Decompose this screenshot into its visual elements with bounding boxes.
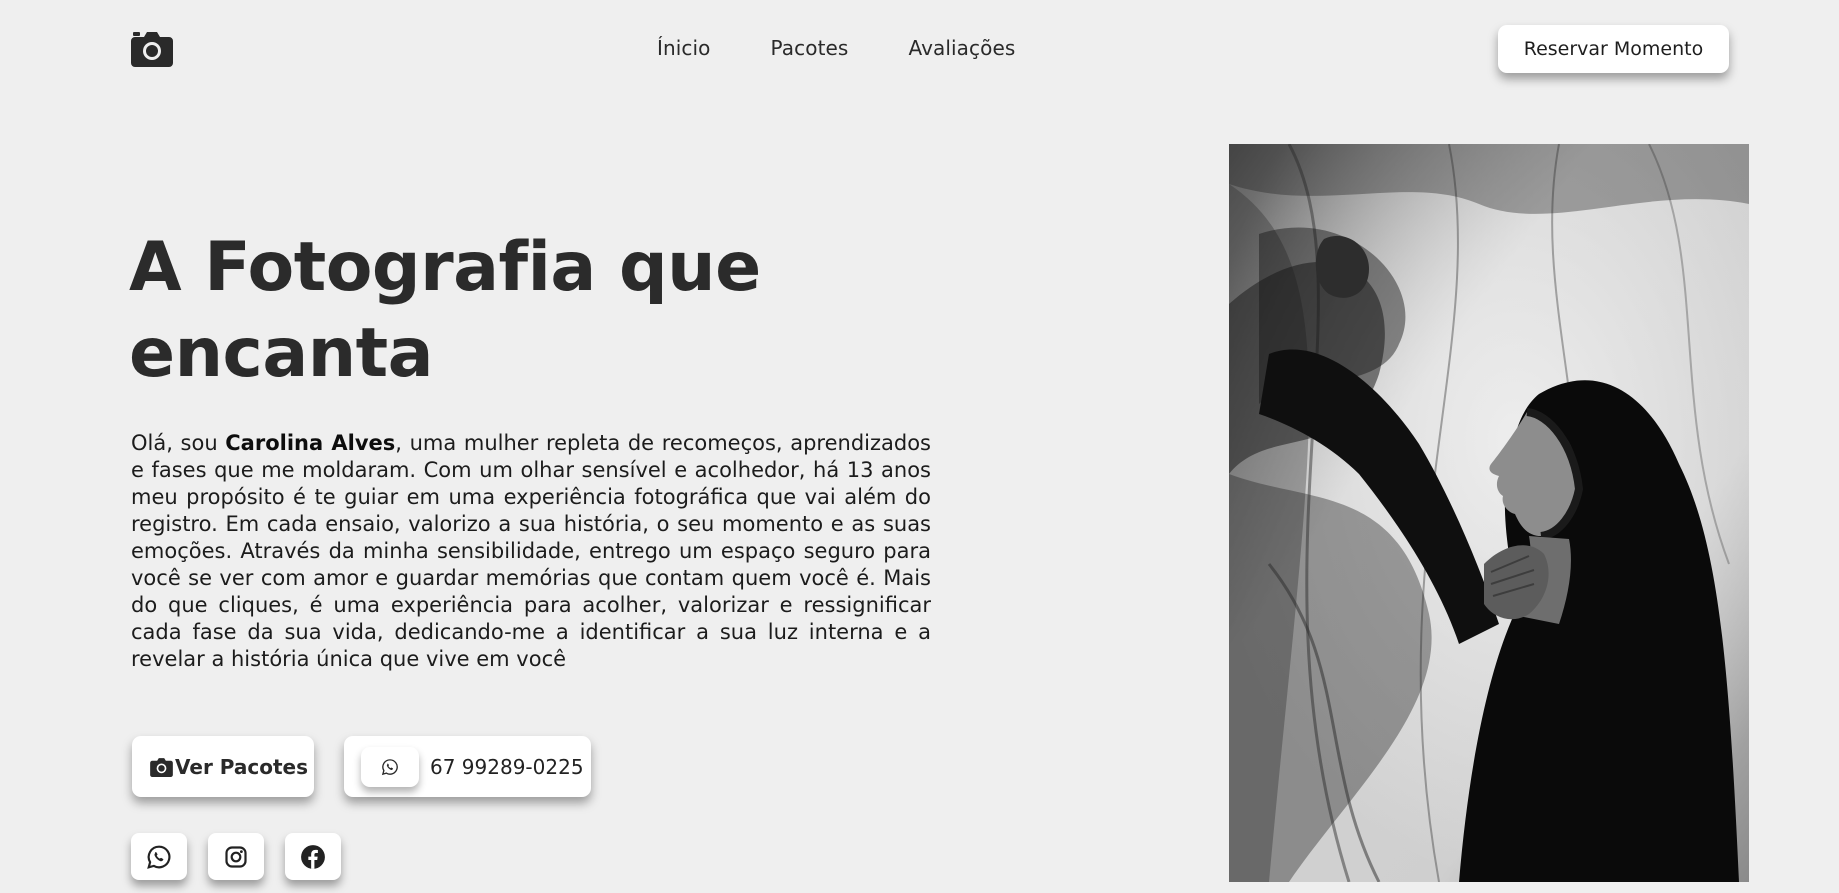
- main-nav: Ínicio Pacotes Avaliações: [657, 36, 1015, 60]
- whatsapp-chip: [361, 746, 419, 787]
- camera-icon[interactable]: [131, 30, 173, 67]
- photographer-name: Carolina Alves: [225, 431, 396, 455]
- instagram-icon: [225, 845, 247, 868]
- bio-text: , uma mulher repleta de recomeços, apren…: [131, 431, 931, 671]
- site-header: Ínicio Pacotes Avaliações Reservar Momen…: [0, 0, 1839, 98]
- portrait-image: [1229, 144, 1749, 882]
- phone-number: 67 99289-0225: [430, 754, 584, 779]
- hero-title-line1: A Fotografia que: [129, 228, 761, 307]
- portrait-photo: [1229, 144, 1749, 882]
- camera-icon: [150, 757, 173, 777]
- facebook-icon: [301, 844, 325, 869]
- hero-title-line2: encanta: [129, 314, 434, 393]
- instagram-social-button[interactable]: [208, 833, 264, 880]
- view-packages-label: Ver Pacotes: [175, 754, 309, 779]
- reserve-moment-button[interactable]: Reservar Momento: [1498, 25, 1729, 73]
- bio-prefix: Olá, sou: [131, 431, 226, 455]
- nav-avaliacoes[interactable]: Avaliações: [908, 36, 1015, 60]
- whatsapp-phone-button[interactable]: 67 99289-0225: [344, 736, 591, 797]
- nav-inicio[interactable]: Ínicio: [657, 36, 711, 60]
- nav-pacotes[interactable]: Pacotes: [771, 36, 849, 60]
- hero-title: A Fotografia que encanta: [129, 225, 829, 397]
- view-packages-button[interactable]: Ver Pacotes: [132, 736, 314, 797]
- facebook-social-button[interactable]: [285, 833, 341, 880]
- bio-paragraph: Olá, sou Carolina Alves, uma mulher repl…: [131, 430, 931, 673]
- whatsapp-icon: [381, 758, 398, 775]
- whatsapp-social-button[interactable]: [131, 833, 187, 880]
- whatsapp-icon: [147, 845, 171, 869]
